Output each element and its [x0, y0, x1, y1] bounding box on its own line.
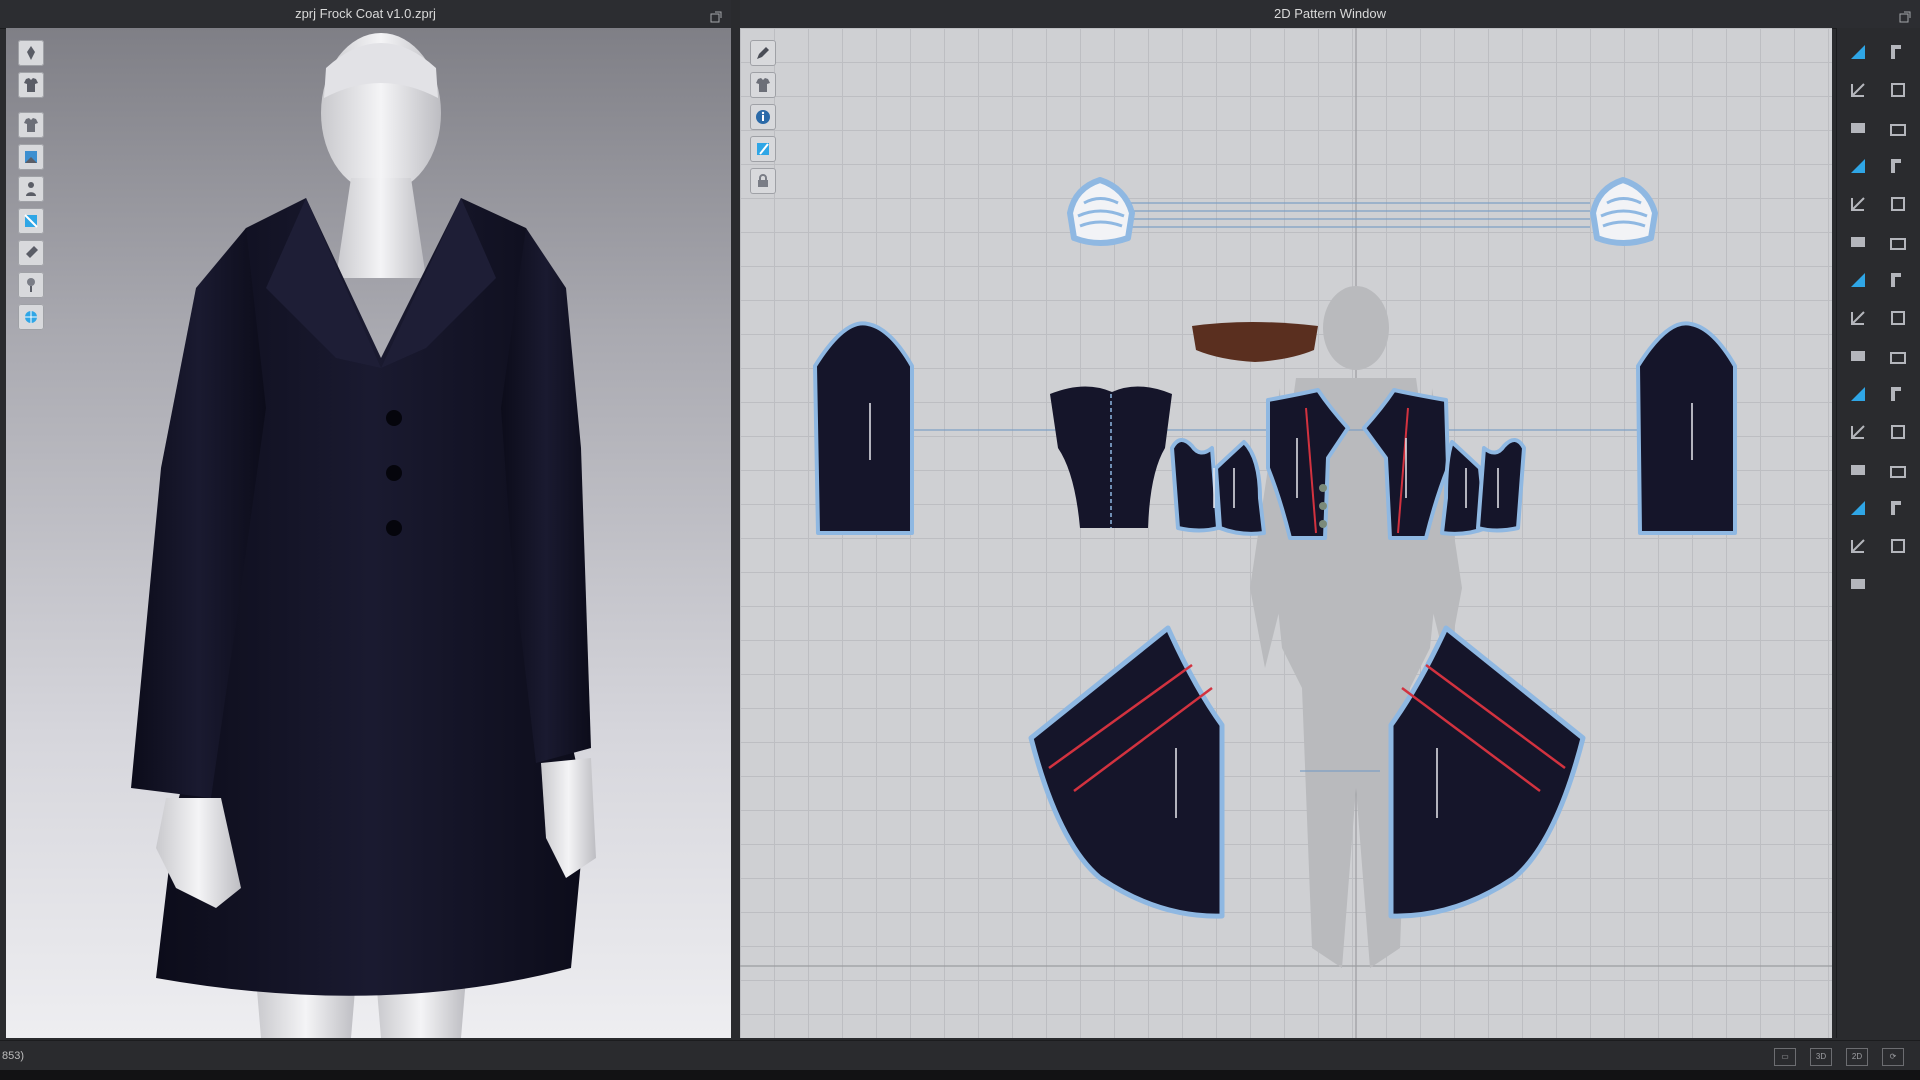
- left-window-titlebar: zprj Frock Coat v1.0.zprj: [0, 0, 731, 29]
- text-edit-icon[interactable]: [1843, 456, 1873, 484]
- right-window-titlebar: 2D Pattern Window: [740, 0, 1920, 29]
- measure-icon[interactable]: [1843, 380, 1873, 408]
- skirt-piece[interactable]: [1028, 625, 1225, 919]
- select-icon[interactable]: [750, 136, 776, 162]
- ellipse-icon[interactable]: [1843, 190, 1873, 218]
- status-bar: 853) ▭ 3D 2D ⟳: [0, 1040, 1920, 1071]
- rectangle-icon[interactable]: [1843, 152, 1873, 180]
- avatar-icon[interactable]: [18, 176, 44, 202]
- pin-icon[interactable]: [18, 272, 44, 298]
- fold-arrange-icon[interactable]: [18, 208, 44, 234]
- 2d-toolbar: [750, 40, 776, 194]
- right-window-title: 2D Pattern Window: [1274, 6, 1386, 21]
- skirt-piece[interactable]: [1388, 625, 1586, 919]
- shirt-icon[interactable]: [18, 112, 44, 138]
- sleeve-piece[interactable]: [813, 321, 914, 535]
- internal-rectangle-icon[interactable]: [1883, 152, 1913, 180]
- curve-point-icon[interactable]: [1883, 76, 1913, 104]
- garment-icon[interactable]: [18, 72, 44, 98]
- view-split-button[interactable]: ▭: [1774, 1048, 1796, 1066]
- coat-button: [386, 465, 402, 481]
- avatar-pose-icon[interactable]: [18, 40, 44, 66]
- lock-icon[interactable]: [750, 168, 776, 194]
- 2d-pattern-canvas[interactable]: [740, 28, 1832, 1038]
- status-text: 853): [2, 1050, 25, 1062]
- side-panel-piece[interactable]: [1476, 438, 1526, 533]
- pattern-layout: [740, 28, 1832, 1038]
- puckering-icon[interactable]: [1883, 494, 1913, 522]
- avatar-render: [131, 33, 596, 1038]
- view-2d-button[interactable]: 2D: [1846, 1048, 1868, 1066]
- grading-icon[interactable]: [1883, 456, 1913, 484]
- sleeve-piece[interactable]: [1636, 321, 1737, 535]
- annotation-icon[interactable]: [1883, 418, 1913, 446]
- view-mode-buttons: ▭ 3D 2D ⟳: [1774, 1048, 1904, 1066]
- belt-piece[interactable]: [1192, 322, 1318, 362]
- polygon-icon[interactable]: [1843, 114, 1873, 142]
- edit-point-icon[interactable]: [1843, 76, 1873, 104]
- shirt-icon[interactable]: [750, 72, 776, 98]
- coat-button: [386, 410, 402, 426]
- pattern-tools-sidebar: [1836, 28, 1920, 1038]
- pin-tool-icon[interactable]: [1843, 570, 1873, 598]
- layer-icon[interactable]: [1883, 532, 1913, 560]
- side-panel-piece[interactable]: [1214, 440, 1266, 536]
- pen-icon[interactable]: [750, 40, 776, 66]
- info-icon[interactable]: [750, 104, 776, 130]
- brush-icon[interactable]: [18, 240, 44, 266]
- dart-icon[interactable]: [1883, 190, 1913, 218]
- refresh-view-button[interactable]: ⟳: [1882, 1048, 1904, 1066]
- globe-icon[interactable]: [18, 304, 44, 330]
- trace-icon[interactable]: [1883, 228, 1913, 256]
- grid-icon[interactable]: [1843, 494, 1873, 522]
- left-window-title: zprj Frock Coat v1.0.zprj: [295, 6, 436, 21]
- taskbar-strip: [0, 1070, 1920, 1080]
- side-panel-piece[interactable]: [1170, 438, 1220, 533]
- 3d-viewport[interactable]: [6, 28, 731, 1038]
- button-markers: [1319, 484, 1327, 528]
- popout-icon[interactable]: [1898, 6, 1912, 23]
- fabric-icon[interactable]: [1843, 532, 1873, 560]
- ruler-icon[interactable]: [1883, 380, 1913, 408]
- internal-polygon-icon[interactable]: [1883, 114, 1913, 142]
- text-icon[interactable]: [1843, 418, 1873, 446]
- fold-icon[interactable]: [1843, 266, 1873, 294]
- transform-pattern-icon[interactable]: [1843, 38, 1873, 66]
- view-3d-button[interactable]: 3D: [1810, 1048, 1832, 1066]
- coat-button: [386, 520, 402, 536]
- segment-tool-icon[interactable]: [1883, 38, 1913, 66]
- edit-sewing-icon[interactable]: [1883, 304, 1913, 332]
- cut-icon[interactable]: [1843, 228, 1873, 256]
- edit-texture-icon[interactable]: [18, 144, 44, 170]
- tack-icon[interactable]: [1843, 342, 1873, 370]
- sew-icon[interactable]: [1883, 266, 1913, 294]
- popout-icon[interactable]: [709, 6, 723, 23]
- seam-line-icon[interactable]: [1883, 342, 1913, 370]
- free-sew-icon[interactable]: [1843, 304, 1873, 332]
- 3d-toolbar: [18, 40, 44, 330]
